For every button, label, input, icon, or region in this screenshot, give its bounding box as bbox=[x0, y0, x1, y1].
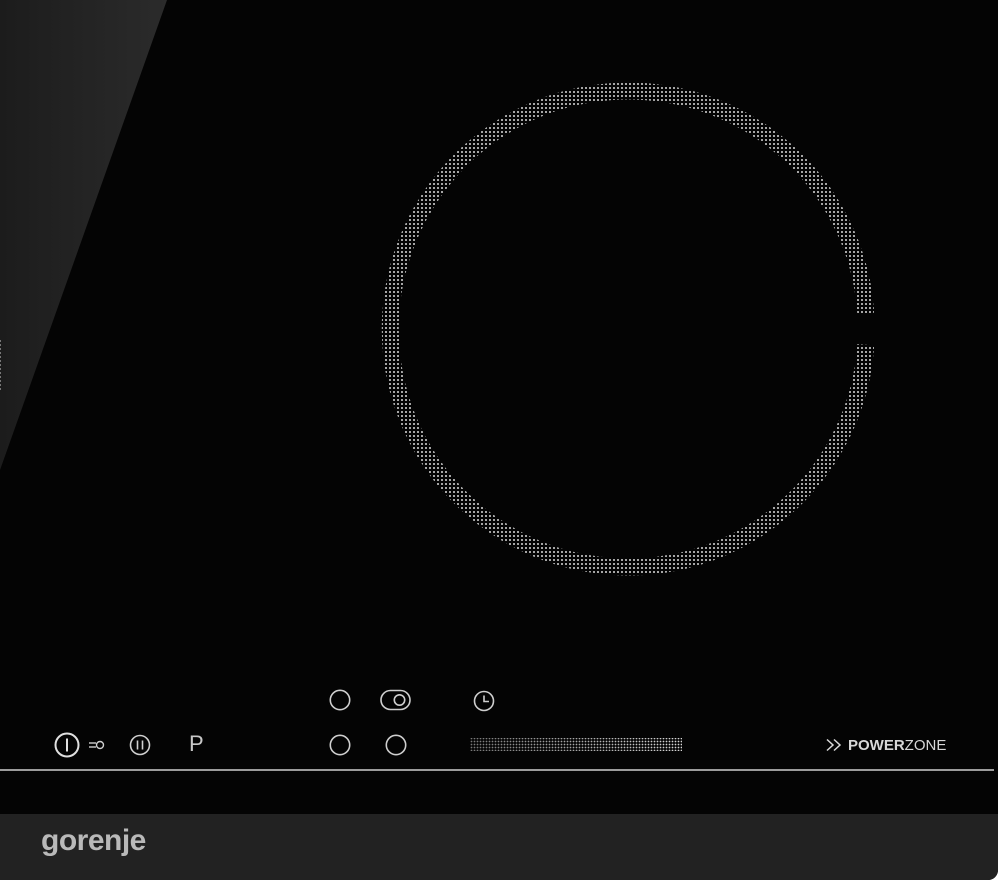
circle-icon bbox=[329, 734, 351, 756]
timer-button[interactable] bbox=[473, 690, 495, 712]
power-icon bbox=[54, 732, 80, 758]
cooking-zone-ring bbox=[381, 82, 874, 576]
powerzone-label: POWER ZONE bbox=[825, 735, 946, 755]
brand-strip: gorenje bbox=[0, 814, 998, 880]
pause-icon bbox=[129, 734, 151, 756]
brand-logo: gorenje bbox=[41, 824, 146, 857]
dual-zone-icon bbox=[380, 689, 411, 711]
double-chevron-icon bbox=[826, 738, 842, 752]
lock-button[interactable] bbox=[88, 738, 106, 752]
power-button[interactable] bbox=[54, 732, 80, 758]
program-button[interactable]: P bbox=[189, 731, 204, 757]
powerzone-bold: POWER bbox=[848, 736, 905, 754]
plus-button[interactable] bbox=[385, 734, 407, 756]
clock-icon bbox=[473, 690, 495, 712]
dual-zone-button[interactable] bbox=[380, 689, 412, 711]
control-divider bbox=[0, 769, 994, 771]
program-label: P bbox=[189, 731, 204, 756]
minus-button[interactable] bbox=[329, 734, 351, 756]
zone-select-button[interactable] bbox=[329, 689, 351, 711]
circle-icon bbox=[329, 689, 351, 711]
key-lock-icon bbox=[89, 740, 105, 750]
circle-icon bbox=[385, 734, 407, 756]
power-slider[interactable] bbox=[470, 737, 682, 752]
powerzone-light: ZONE bbox=[904, 736, 947, 754]
pause-button[interactable] bbox=[129, 734, 151, 756]
cooktop-panel: P POWER ZONE gorenje bbox=[0, 0, 998, 880]
